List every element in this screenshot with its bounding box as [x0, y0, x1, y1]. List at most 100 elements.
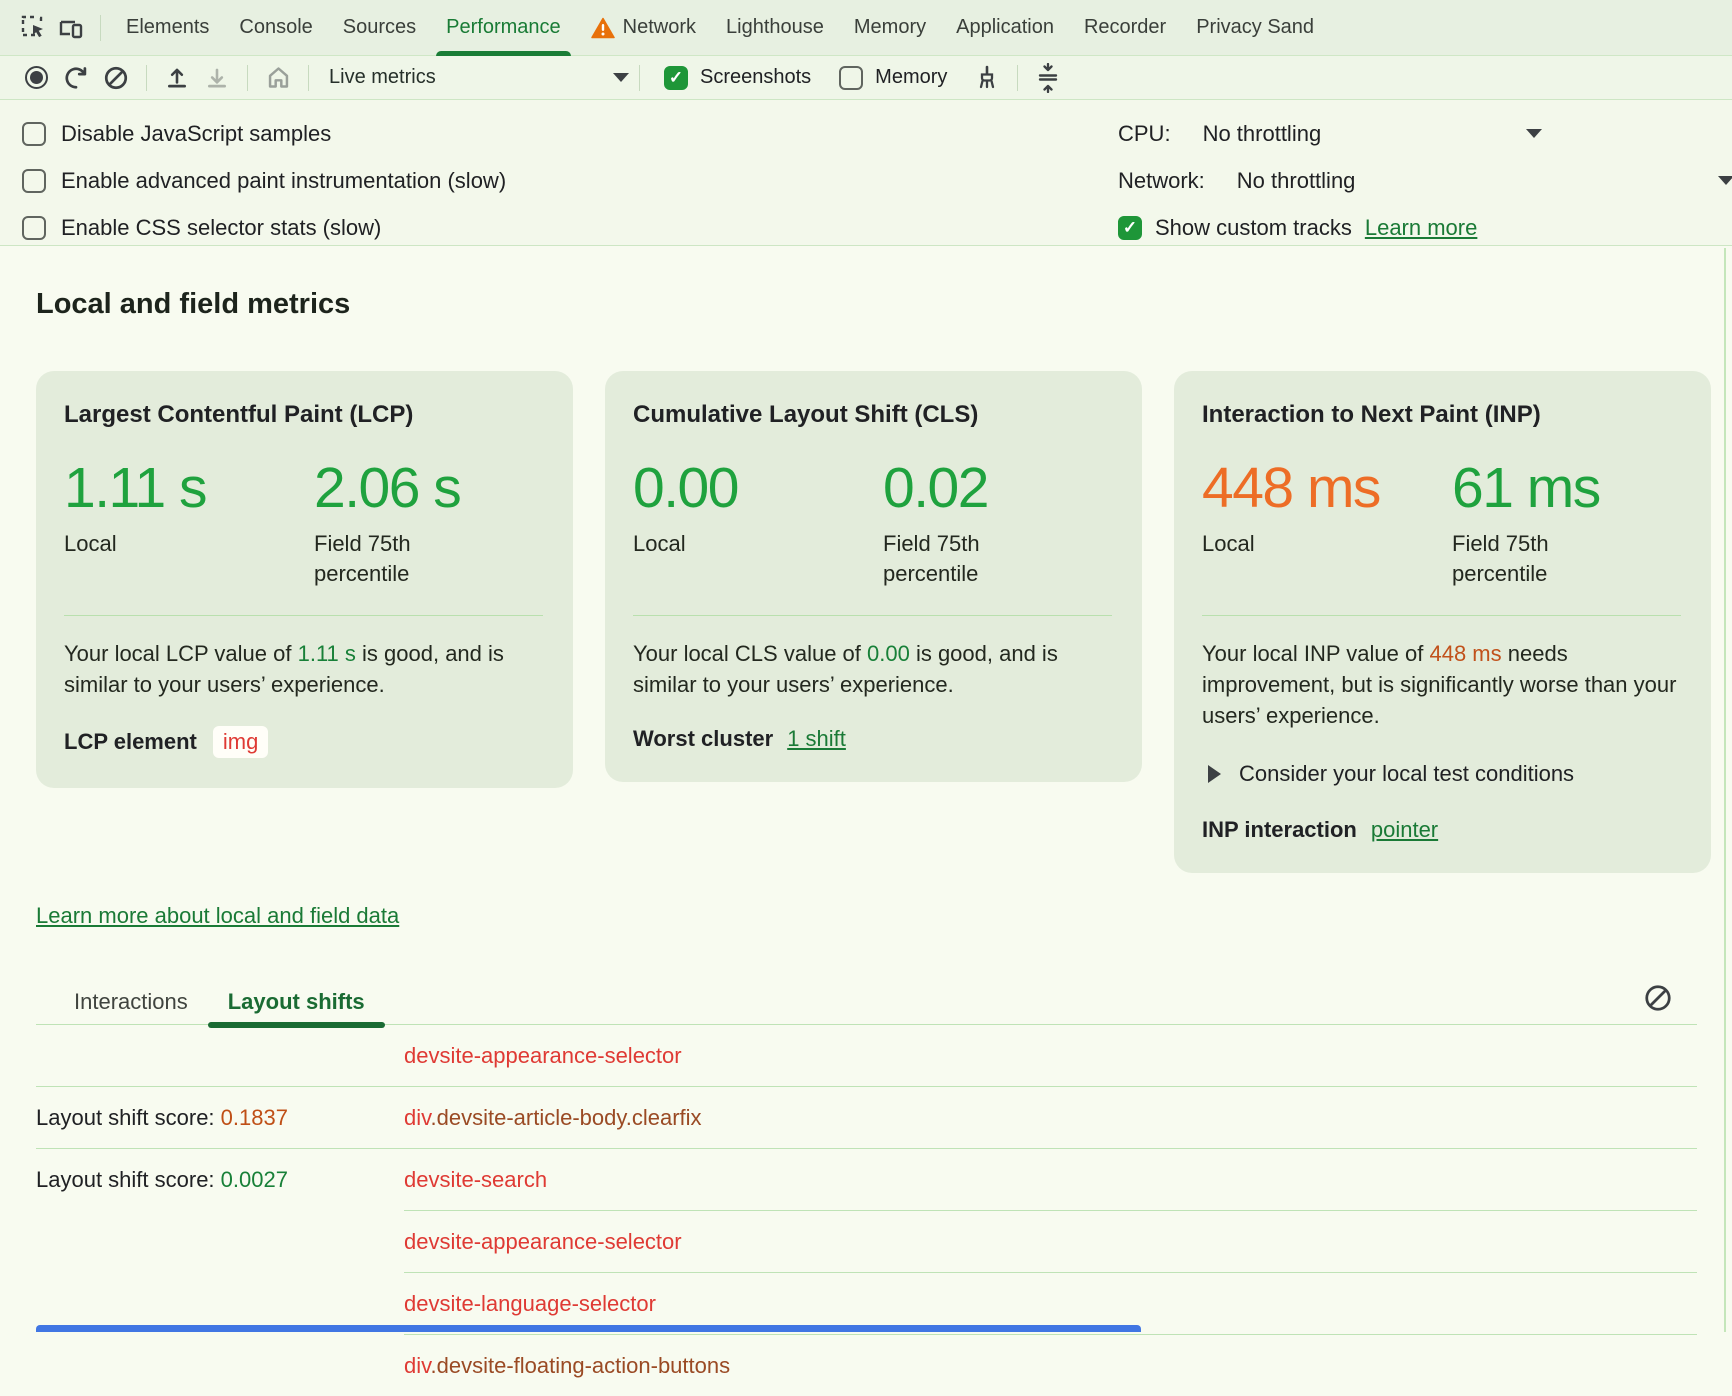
inp-description: Your local INP value of 448 ms needs imp…: [1202, 638, 1681, 732]
local-test-conditions-toggle[interactable]: Consider your local test conditions: [1202, 761, 1681, 787]
collapse-icon: [1035, 63, 1061, 93]
checkbox-unchecked-icon: [22, 122, 46, 146]
history-select-value: Live metrics: [329, 66, 436, 89]
tab-console[interactable]: Console: [224, 0, 327, 56]
lcp-element-label: LCP element: [64, 729, 197, 755]
layout-shift-row: Layout shift score: 0.1837 div.devsite-a…: [36, 1087, 1697, 1148]
layout-shift-row: devsite-appearance-selector: [36, 1025, 1697, 1086]
triangle-right-icon: [1208, 765, 1221, 783]
tab-privacy-sandbox[interactable]: Privacy Sand: [1181, 0, 1329, 56]
lcp-local-value: 1.11 s: [64, 459, 314, 517]
panel-right-border: [1724, 248, 1726, 1332]
checkbox-checked-icon: ✓: [664, 66, 688, 90]
inp-card-title: Interaction to Next Paint (INP): [1202, 401, 1681, 429]
element-node-link[interactable]: devsite-appearance-selector: [404, 1043, 682, 1068]
chevron-down-icon: [1526, 129, 1542, 138]
screenshots-checkbox[interactable]: ✓ Screenshots: [664, 66, 811, 90]
clear-button[interactable]: [96, 60, 136, 96]
network-throttling-select[interactable]: Network: No throttling: [1118, 157, 1732, 204]
metric-cards: Largest Contentful Paint (LCP) 1.11 s Lo…: [36, 371, 1732, 873]
tab-layout-shifts[interactable]: Layout shifts: [208, 980, 385, 1024]
inp-local-label: Local: [1202, 529, 1377, 559]
tab-network[interactable]: Network: [576, 0, 711, 56]
toolbar-separator: [247, 65, 248, 91]
element-node-link[interactable]: devsite-search: [404, 1167, 547, 1192]
inp-field-value: 61 ms: [1452, 459, 1627, 517]
inp-interaction-label: INP interaction: [1202, 817, 1357, 843]
page-title: Local and field metrics: [36, 288, 1732, 321]
cls-field-label: Field 75th percentile: [883, 529, 1058, 588]
layout-shift-row: devsite-appearance-selector: [36, 1211, 1697, 1272]
element-node-link[interactable]: div.devsite-article-body.clearfix: [404, 1105, 702, 1130]
tab-recorder[interactable]: Recorder: [1069, 0, 1181, 56]
throttling-settings: CPU: No throttling Network: No throttlin…: [1118, 110, 1732, 251]
home-button[interactable]: [258, 60, 298, 96]
cls-field-value: 0.02: [883, 459, 1058, 517]
live-metrics-log: Interactions Layout shifts devsite-appea…: [36, 975, 1697, 1396]
cpu-throttling-select[interactable]: CPU: No throttling: [1118, 110, 1732, 157]
toolbar-separator: [146, 65, 147, 91]
tabbar-separator: [100, 15, 101, 41]
memory-checkbox[interactable]: Memory: [839, 66, 947, 90]
element-node-link[interactable]: div.devsite-floating-action-buttons: [404, 1353, 730, 1378]
block-icon: [1643, 983, 1673, 1013]
home-icon: [265, 64, 292, 91]
card-divider: [633, 615, 1112, 616]
cls-description: Your local CLS value of 0.00 is good, an…: [633, 638, 1112, 700]
upload-icon: [164, 65, 190, 91]
custom-tracks-learn-more-link[interactable]: Learn more: [1365, 215, 1478, 241]
clear-log-button[interactable]: [1641, 981, 1675, 1015]
device-toolbar-button[interactable]: [52, 9, 90, 47]
warning-icon: [591, 17, 615, 39]
bottom-highlight-bar: [36, 1325, 1141, 1332]
lcp-local-label: Local: [64, 529, 239, 559]
tab-interactions[interactable]: Interactions: [54, 980, 208, 1024]
block-icon: [103, 65, 129, 91]
layout-shift-row: div.devsite-floating-action-buttons: [36, 1335, 1697, 1396]
worst-cluster-link[interactable]: 1 shift: [787, 726, 846, 752]
broom-icon: [973, 64, 1001, 92]
tab-performance[interactable]: Performance: [431, 0, 576, 56]
tab-application[interactable]: Application: [941, 0, 1069, 56]
lcp-card: Largest Contentful Paint (LCP) 1.11 s Lo…: [36, 371, 573, 788]
reload-icon: [63, 65, 89, 91]
toolbar-separator: [639, 65, 640, 91]
lcp-description: Your local LCP value of 1.11 s is good, …: [64, 638, 543, 700]
lcp-element-node-link[interactable]: img: [213, 726, 268, 758]
chevron-down-icon: [1718, 176, 1732, 185]
gc-button[interactable]: [967, 60, 1007, 96]
toolbar-separator: [1017, 65, 1018, 91]
tab-elements[interactable]: Elements: [111, 0, 224, 56]
tab-memory[interactable]: Memory: [839, 0, 941, 56]
devtools-tabbar: Elements Console Sources Performance Net…: [0, 0, 1732, 56]
device-toolbar-icon: [57, 14, 85, 42]
lcp-card-title: Largest Contentful Paint (LCP): [64, 401, 543, 429]
element-node-link[interactable]: devsite-language-selector: [404, 1291, 656, 1316]
log-tabs: Interactions Layout shifts: [36, 975, 1697, 1025]
upload-profile-button[interactable]: [157, 60, 197, 96]
download-profile-button[interactable]: [197, 60, 237, 96]
reload-and-record-button[interactable]: [56, 60, 96, 96]
layout-shift-row: Layout shift score: 0.0027 devsite-searc…: [36, 1149, 1697, 1210]
card-divider: [64, 615, 543, 616]
inp-interaction-link[interactable]: pointer: [1371, 817, 1438, 843]
record-icon: [25, 66, 48, 89]
cls-local-label: Local: [633, 529, 808, 559]
lcp-field-value: 2.06 s: [314, 459, 489, 517]
lcp-field-label: Field 75th percentile: [314, 529, 489, 588]
cls-card-title: Cumulative Layout Shift (CLS): [633, 401, 1112, 429]
show-custom-tracks-checkbox[interactable]: ✓: [1118, 216, 1142, 240]
tab-sources[interactable]: Sources: [328, 0, 431, 56]
inp-local-value: 448 ms: [1202, 459, 1452, 517]
history-select[interactable]: Live metrics: [329, 66, 629, 89]
live-metrics-view: Local and field metrics Largest Contentf…: [0, 288, 1732, 1396]
collapse-panel-button[interactable]: [1028, 60, 1068, 96]
tab-lighthouse[interactable]: Lighthouse: [711, 0, 839, 56]
checkbox-unchecked-icon: [839, 66, 863, 90]
download-icon: [204, 65, 230, 91]
record-button[interactable]: [16, 60, 56, 96]
field-data-learn-more-link[interactable]: Learn more about local and field data: [36, 903, 399, 929]
element-node-link[interactable]: devsite-appearance-selector: [404, 1229, 682, 1254]
inspect-element-button[interactable]: [14, 9, 52, 47]
capture-settings: Disable JavaScript samples Enable advanc…: [0, 100, 1732, 246]
